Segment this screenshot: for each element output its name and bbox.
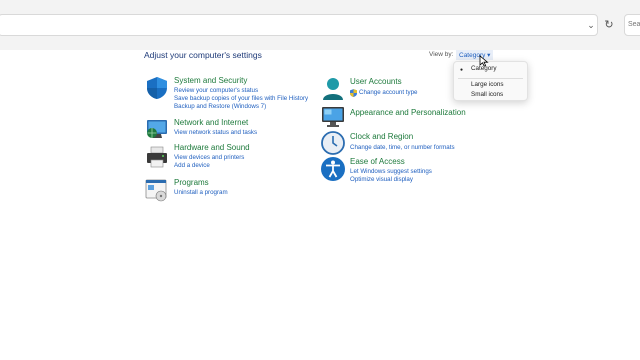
link-optimize-display[interactable]: Optimize visual display xyxy=(350,176,413,183)
selected-dot-icon: ● xyxy=(460,67,464,73)
category-network[interactable]: Network and Internet xyxy=(174,118,248,127)
address-bar[interactable] xyxy=(0,14,598,36)
category-ease-of-access[interactable]: Ease of Access xyxy=(350,157,405,166)
link-add-device[interactable]: Add a device xyxy=(174,162,210,169)
menu-separator xyxy=(458,78,523,79)
link-file-history[interactable]: Save backup copies of your files with Fi… xyxy=(174,95,308,102)
uac-shield-icon xyxy=(350,89,357,97)
clock-icon xyxy=(321,131,345,155)
user-accounts-icon xyxy=(323,78,343,100)
page-title: Adjust your computer's settings xyxy=(144,50,262,60)
menu-item-large-icons[interactable]: Large icons xyxy=(471,81,504,88)
link-devices-printers[interactable]: View devices and printers xyxy=(174,154,244,161)
category-appearance[interactable]: Appearance and Personalization xyxy=(350,108,466,117)
monitor-personalization-icon xyxy=(322,107,344,127)
link-suggest-settings[interactable]: Let Windows suggest settings xyxy=(350,168,432,175)
category-programs[interactable]: Programs xyxy=(174,178,209,187)
chevron-down-icon[interactable]: ⌄ xyxy=(585,18,597,32)
link-review-status[interactable]: Review your computer's status xyxy=(174,87,258,94)
link-uninstall-program[interactable]: Uninstall a program xyxy=(174,189,228,196)
menu-item-small-icons[interactable]: Small icons xyxy=(471,91,503,98)
network-globe-icon xyxy=(147,120,167,138)
programs-icon xyxy=(145,179,167,202)
search-input[interactable]: Sea xyxy=(624,14,640,36)
link-date-time-formats[interactable]: Change date, time, or number formats xyxy=(350,144,455,151)
refresh-icon[interactable]: ↻ xyxy=(602,18,616,32)
category-clock-region[interactable]: Clock and Region xyxy=(350,132,413,141)
accessibility-icon xyxy=(321,157,345,181)
link-network-status[interactable]: View network status and tasks xyxy=(174,129,257,136)
mouse-cursor-icon xyxy=(479,55,489,67)
category-hardware[interactable]: Hardware and Sound xyxy=(174,143,250,152)
printer-icon xyxy=(147,146,167,168)
view-by-menu: ● Category Large icons Small icons xyxy=(453,61,528,101)
shield-icon xyxy=(147,77,167,99)
category-user-accounts[interactable]: User Accounts xyxy=(350,77,402,86)
view-by-label: View by: xyxy=(429,51,454,58)
category-system-security[interactable]: System and Security xyxy=(174,76,247,85)
link-change-account-type[interactable]: Change account type xyxy=(359,89,417,96)
link-backup-restore[interactable]: Backup and Restore (Windows 7) xyxy=(174,103,266,110)
